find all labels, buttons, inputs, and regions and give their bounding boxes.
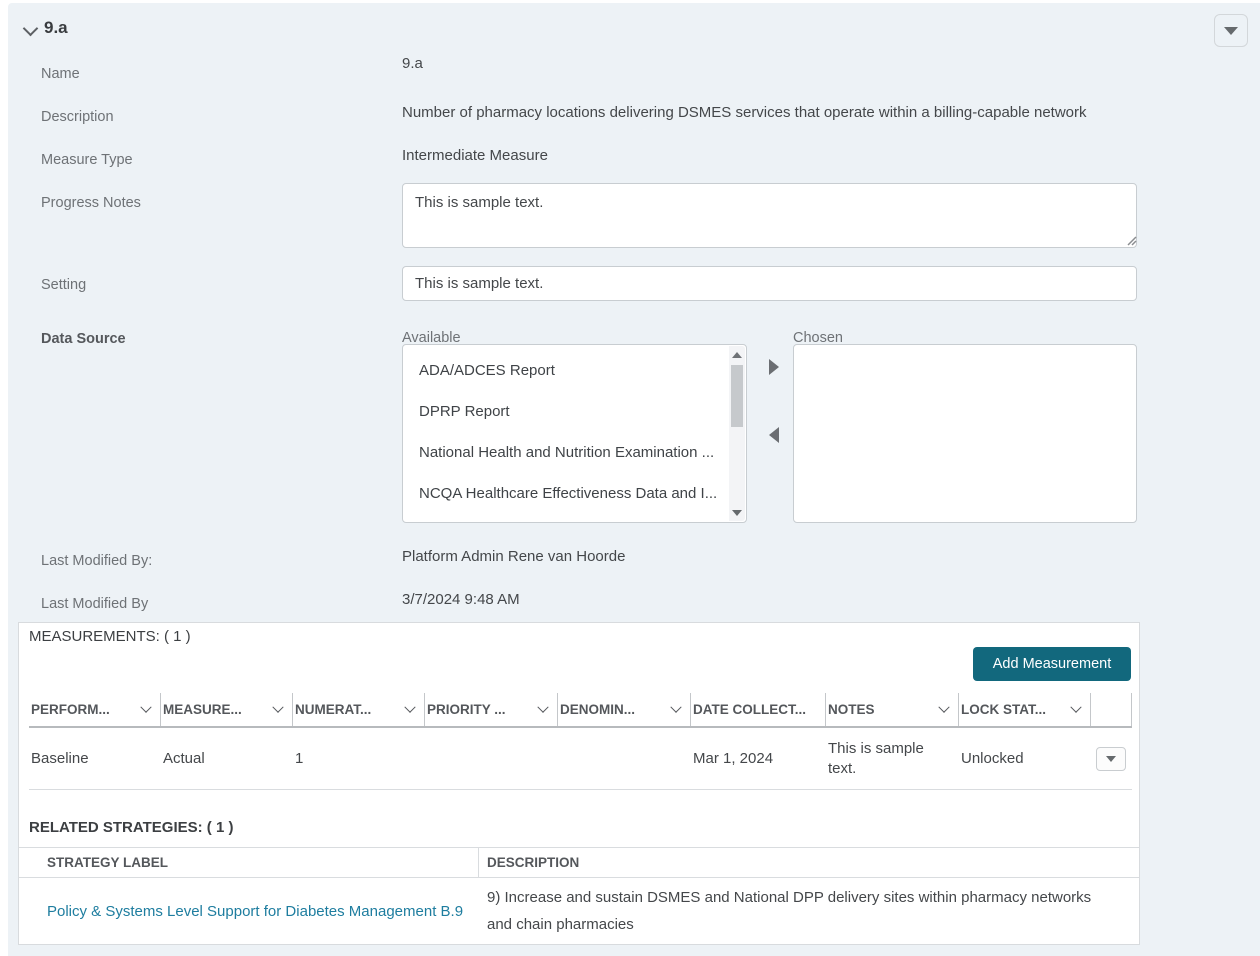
cell-actions bbox=[1091, 728, 1132, 789]
setting-input[interactable] bbox=[402, 266, 1137, 301]
add-measurement-button[interactable]: Add Measurement bbox=[973, 647, 1131, 681]
scrollbar[interactable] bbox=[729, 346, 745, 521]
table-row[interactable]: Baseline Actual 1 Mar 1, 2024 This is sa… bbox=[29, 728, 1132, 790]
measurements-title: MEASUREMENTS: ( 1 ) bbox=[29, 628, 191, 645]
column-header-description: DESCRIPTION bbox=[479, 848, 1139, 877]
cell-numerator: 1 bbox=[293, 728, 425, 789]
cell-performance-period: Baseline bbox=[29, 728, 161, 789]
measure-section-panel: 9.a Name 9.a Description Number of pharm… bbox=[8, 3, 1260, 956]
list-item[interactable]: National Health and Nutrition Examinatio… bbox=[403, 432, 728, 473]
caret-down-icon bbox=[732, 510, 742, 516]
column-header-performance[interactable]: PERFORM... bbox=[29, 693, 161, 726]
caret-left-icon bbox=[769, 427, 779, 443]
available-listbox[interactable]: ADA/ADCES Report DPRP Report National He… bbox=[402, 344, 747, 523]
column-header-measurement[interactable]: MEASURE... bbox=[161, 693, 293, 726]
strategy-link[interactable]: Policy & Systems Level Support for Diabe… bbox=[47, 903, 463, 920]
name-value: 9.a bbox=[402, 55, 423, 72]
column-header-strategy-label: STRATEGY LABEL bbox=[19, 848, 479, 877]
caret-right-icon bbox=[769, 359, 779, 375]
measure-type-label: Measure Type bbox=[41, 152, 371, 168]
measurements-table: PERFORM... MEASURE... NUMERAT... PRIORIT… bbox=[29, 693, 1132, 790]
description-value: Number of pharmacy locations delivering … bbox=[402, 104, 1142, 121]
column-header-notes[interactable]: NOTES bbox=[826, 693, 959, 726]
setting-label: Setting bbox=[41, 277, 371, 293]
last-modified-by-value: Platform Admin Rene van Hoorde bbox=[402, 548, 625, 565]
data-source-label: Data Source bbox=[41, 331, 371, 347]
section-menu-button[interactable] bbox=[1214, 14, 1248, 47]
cell-denominator bbox=[558, 728, 691, 789]
cell-measurement-type: Actual bbox=[161, 728, 293, 789]
table-row[interactable]: Policy & Systems Level Support for Diabe… bbox=[19, 878, 1139, 944]
scroll-down-button[interactable] bbox=[729, 504, 745, 521]
chevron-down-icon[interactable] bbox=[938, 701, 949, 712]
column-header-actions bbox=[1091, 693, 1132, 726]
description-label: Description bbox=[41, 109, 371, 125]
list-item[interactable]: DPRP Report bbox=[403, 391, 728, 432]
move-to-chosen-button[interactable] bbox=[761, 354, 787, 380]
cell-date-collected: Mar 1, 2024 bbox=[691, 728, 826, 789]
progress-notes-textarea[interactable]: This is sample text. bbox=[402, 183, 1137, 248]
measurements-card: MEASUREMENTS: ( 1 ) Add Measurement PERF… bbox=[18, 622, 1140, 945]
list-item[interactable]: ADA/ADCES Report bbox=[403, 350, 728, 391]
chevron-down-icon[interactable] bbox=[537, 701, 548, 712]
list-item[interactable]: NCQA Healthcare Effectiveness Data and I… bbox=[403, 473, 728, 514]
caret-up-icon bbox=[732, 352, 742, 358]
chevron-down-icon[interactable] bbox=[404, 701, 415, 712]
cell-priority-population bbox=[425, 728, 558, 789]
measure-type-value: Intermediate Measure bbox=[402, 147, 548, 164]
row-actions-button[interactable] bbox=[1096, 747, 1126, 771]
scrollbar-thumb[interactable] bbox=[731, 365, 743, 427]
column-header-date-collected[interactable]: DATE COLLECT... bbox=[691, 693, 826, 726]
cell-notes: This is sample text. bbox=[826, 728, 959, 789]
chevron-down-icon[interactable] bbox=[272, 701, 283, 712]
column-header-priority[interactable]: PRIORITY ... bbox=[425, 693, 558, 726]
name-label: Name bbox=[41, 66, 371, 82]
measurements-table-header: PERFORM... MEASURE... NUMERAT... PRIORIT… bbox=[29, 693, 1132, 728]
collapse-chevron-icon[interactable] bbox=[23, 21, 39, 37]
last-modified-date-value: 3/7/2024 9:48 AM bbox=[402, 591, 520, 608]
chosen-listbox[interactable] bbox=[793, 344, 1137, 523]
move-to-available-button[interactable] bbox=[761, 422, 787, 448]
scroll-up-button[interactable] bbox=[729, 346, 745, 363]
chevron-down-icon[interactable] bbox=[1070, 701, 1081, 712]
chevron-down-icon[interactable] bbox=[140, 701, 151, 712]
strategy-description: 9) Increase and sustain DSMES and Nation… bbox=[487, 884, 1109, 938]
chevron-down-icon[interactable] bbox=[670, 701, 681, 712]
strategies-table-header: STRATEGY LABEL DESCRIPTION bbox=[19, 847, 1139, 878]
caret-down-icon bbox=[1224, 27, 1238, 35]
progress-notes-label: Progress Notes bbox=[41, 195, 371, 211]
last-modified-date-label: Last Modified By bbox=[41, 596, 371, 612]
column-header-lock-status[interactable]: LOCK STAT... bbox=[959, 693, 1091, 726]
column-header-denominator[interactable]: DENOMIN... bbox=[558, 693, 691, 726]
section-title: 9.a bbox=[44, 18, 68, 38]
column-header-numerator[interactable]: NUMERAT... bbox=[293, 693, 425, 726]
cell-lock-status: Unlocked bbox=[959, 728, 1091, 789]
caret-down-icon bbox=[1106, 756, 1116, 762]
last-modified-by-label: Last Modified By: bbox=[41, 553, 371, 569]
related-strategies-title: RELATED STRATEGIES: ( 1 ) bbox=[29, 819, 233, 836]
